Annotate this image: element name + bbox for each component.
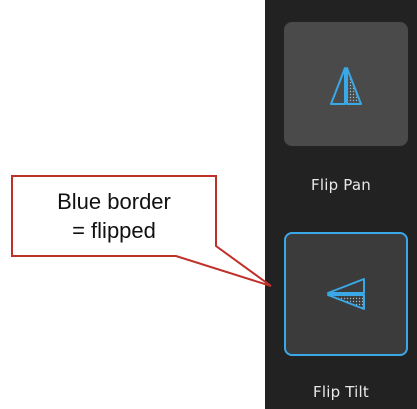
- flip-pan-label: Flip Pan: [311, 176, 371, 194]
- callout-line-2: = flipped: [72, 218, 156, 243]
- callout-annotation: Blue border = flipped: [14, 178, 214, 254]
- flip-pan-button[interactable]: [284, 22, 408, 146]
- flip-tilt-button[interactable]: [284, 232, 408, 356]
- flip-tilt-label: Flip Tilt: [313, 383, 369, 401]
- screenshot-stage: Flip Pan Flip Tilt Blue border = flipped: [0, 0, 417, 409]
- flip-controls-panel: Flip Pan Flip Tilt: [265, 0, 417, 409]
- flip-pan-icon: [330, 67, 362, 105]
- flip-tilt-icon: [327, 278, 365, 310]
- callout-line-1: Blue border: [57, 189, 171, 214]
